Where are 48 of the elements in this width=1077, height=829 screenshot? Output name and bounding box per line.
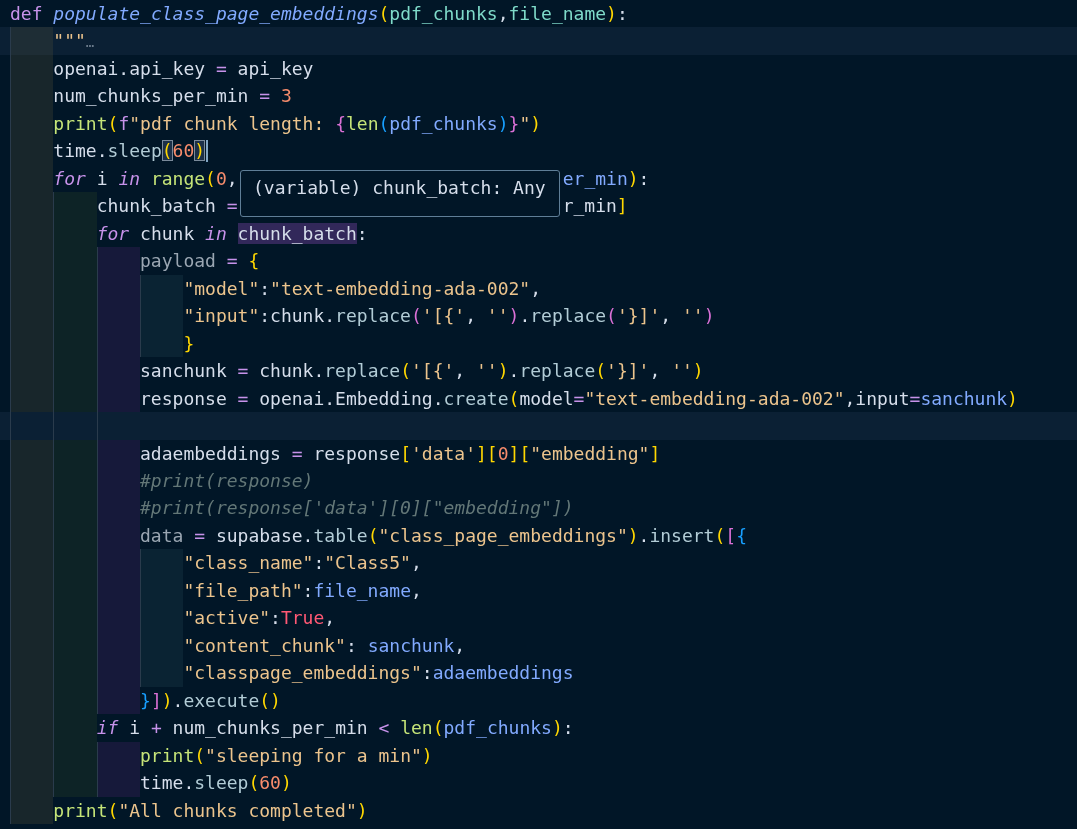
indent-band: [140, 549, 184, 577]
code-fragment: er_min):: [562, 166, 650, 191]
code-line: def populate_class_page_embeddings(pdf_chunks,file_name):: [10, 2, 628, 26]
code-line: "content_chunk": sanchunk,: [183, 633, 466, 658]
code-line: #print(response): [140, 468, 314, 493]
code-line: response = openai.Embedding.create(model="text-embedding-ada-002",input=sanchunk): [140, 386, 1018, 411]
code-line: time.sleep(60): [53, 139, 206, 164]
indent-band: [96, 769, 141, 797]
code-line: openai.api_key = api_key: [53, 56, 314, 81]
indent-band: [53, 192, 97, 220]
code-line: #print(response['data'][0]["embedding"]): [140, 496, 574, 521]
code-line: time.sleep(60): [140, 771, 292, 796]
indent-band: [140, 659, 184, 687]
code-line: }: [183, 331, 195, 356]
code-line: for chunk in chunk_batch:: [96, 221, 368, 246]
indent-band: [10, 384, 54, 413]
code-line: print(f"pdf chunk length: {len(pdf_chunks)}"): [53, 111, 542, 136]
indent-band: [140, 329, 184, 358]
indent-band: [53, 439, 97, 467]
code-line: sanchunk = chunk.replace('[{', '').replace('}]', ''): [140, 359, 704, 384]
indent-band: [10, 54, 54, 83]
indent-band: [10, 796, 54, 825]
code-line: if i + num_chunks_per_min < len(pdf_chunks):: [96, 716, 574, 741]
code-line: num_chunks_per_min = 3: [53, 84, 292, 109]
indent-band: [53, 384, 97, 413]
code-line: "classpage_embeddings":adaembeddings: [183, 661, 574, 686]
code-line: "class_name":"Class5",: [183, 551, 422, 576]
indent-band: [96, 741, 141, 770]
indent-band: [53, 769, 97, 797]
indent-band: [10, 27, 54, 55]
code-fragment: r_min]: [562, 194, 628, 219]
code-line: "model":"text-embedding-ada-002",: [183, 276, 541, 301]
code-line: print("All chunks completed"): [53, 798, 368, 823]
code-line: }]).execute(): [140, 688, 281, 713]
code-line: """…: [53, 29, 95, 54]
indent-band: [96, 247, 141, 275]
indent-band: [140, 274, 184, 303]
code-line: payload = {: [140, 249, 260, 274]
indent-band: [10, 439, 54, 467]
hover-tooltip: (variable) chunk_batch: Any: [240, 170, 560, 217]
code-fragment: for i in range(0,: [53, 166, 238, 191]
code-line: adaembeddings = response['data'][0]["embedding"]: [140, 441, 661, 466]
code-line: "active":True,: [183, 606, 336, 631]
code-line: "input":chunk.replace('[{', '').replace('}]', ''): [183, 304, 715, 329]
code-line: "file_path":file_name,: [183, 578, 422, 603]
code-line: data = supabase.table("class_page_embeddings").insert([{: [140, 523, 747, 548]
code-line: print("sleeping for a min"): [140, 743, 433, 768]
code-fragment: chunk_batch =: [96, 194, 238, 219]
